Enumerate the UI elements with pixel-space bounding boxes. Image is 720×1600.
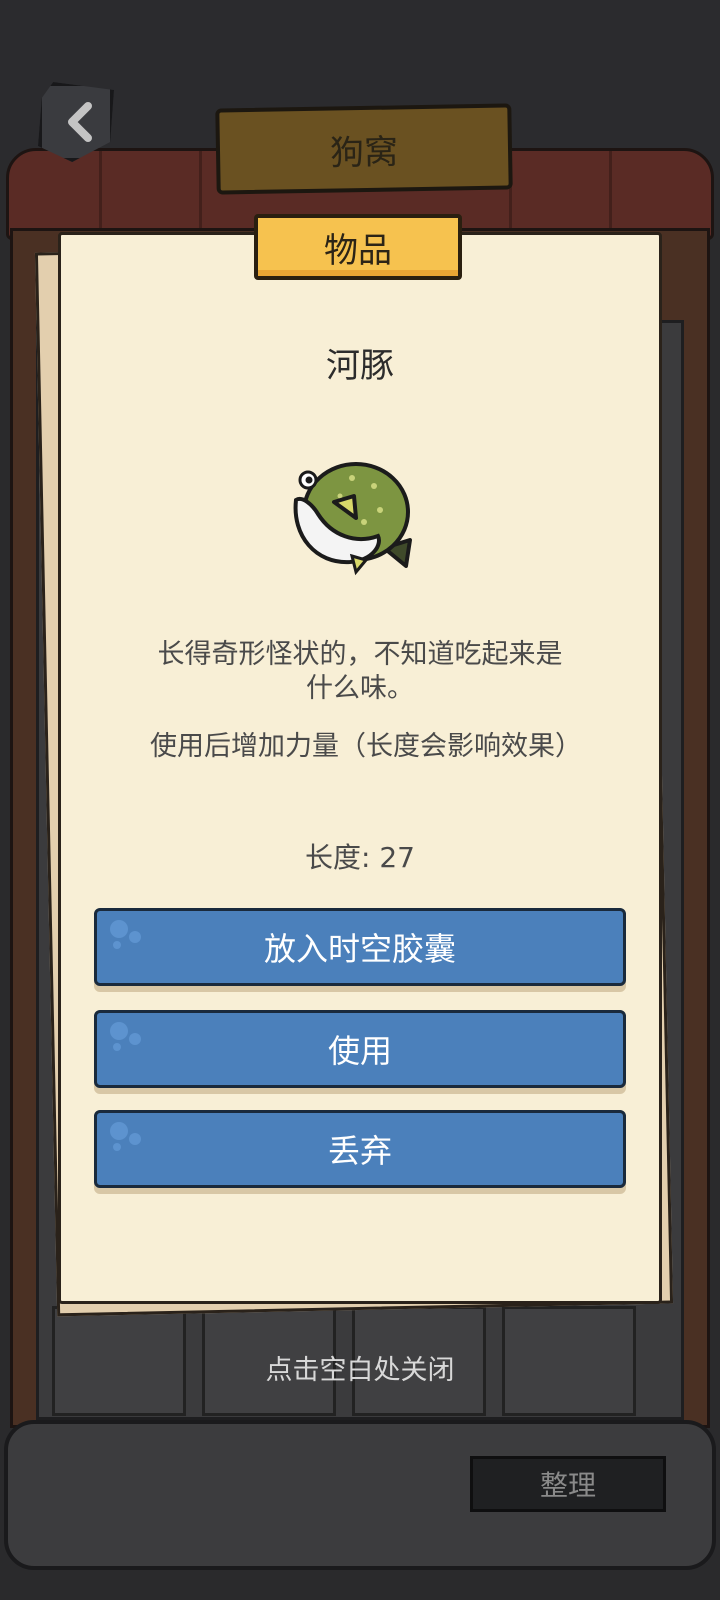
item-effect: 使用后增加力量（长度会影响效果） (150, 731, 582, 762)
discard-button[interactable]: 丢弃 (94, 1110, 626, 1188)
discard-button-label: 丢弃 (327, 1132, 392, 1170)
use-button-label: 使用 (327, 1032, 392, 1070)
category-banner: 物品 (254, 214, 462, 280)
item-length: 长度: 27 (305, 841, 415, 874)
sort-button[interactable]: 整理 (470, 1456, 666, 1512)
capsule-button-label: 放入时空胶囊 (263, 930, 456, 968)
close-hint[interactable]: 点击空白处关闭 (0, 1348, 720, 1387)
use-button[interactable]: 使用 (94, 1010, 626, 1088)
capsule-button[interactable]: 放入时空胶囊 (94, 908, 626, 986)
page-title: 狗窝 (215, 103, 513, 195)
chevron-left-icon[interactable] (60, 100, 104, 144)
bubble-decoration-icon (110, 1122, 141, 1151)
item-description: 长得奇形怪状的，不知道吃起来是什么味。 (157, 639, 563, 704)
item-name: 河豚 (326, 346, 394, 386)
bubble-decoration-icon (110, 1022, 141, 1051)
pufferfish-icon (282, 456, 418, 580)
bubble-decoration-icon (110, 920, 141, 949)
